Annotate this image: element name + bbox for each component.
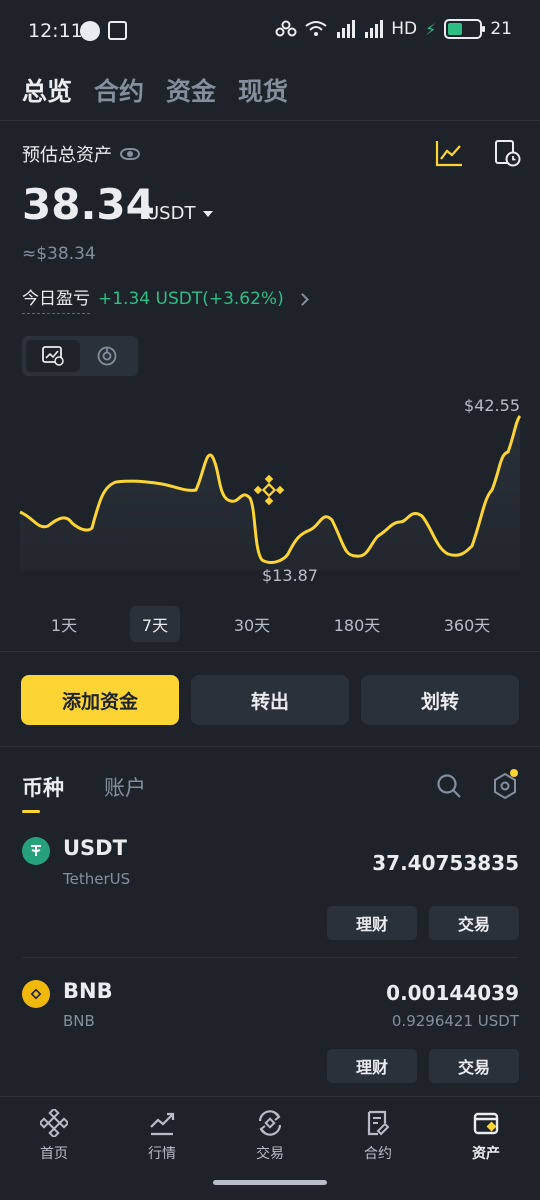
- bnb-logo-icon: [22, 980, 50, 1008]
- chevron-right-icon: [295, 292, 309, 306]
- pnl-value: +1.34 USDT(+3.62%): [98, 289, 284, 309]
- chart-low-label: $13.87: [262, 566, 318, 585]
- earn-button[interactable]: 理财: [327, 1049, 417, 1083]
- coin-amount: 37.40753835: [372, 851, 519, 875]
- currency-unit: USDT: [146, 203, 196, 224]
- status-time: 12:11: [28, 20, 83, 42]
- markets-icon: [150, 1112, 175, 1136]
- period-selector: 1天 7天 30天 180天 360天: [0, 606, 540, 642]
- nav-label: 首页: [40, 1146, 68, 1162]
- area-chart-icon: [42, 346, 64, 366]
- nav-label: 行情: [148, 1146, 176, 1162]
- wifi-icon: [305, 21, 327, 36]
- fiat-approx: ≈$38.34: [22, 244, 96, 264]
- usdt-logo-icon: [22, 837, 50, 865]
- hotspot-icon: [275, 20, 297, 37]
- pnl-label: 今日盈亏: [22, 284, 90, 314]
- trade-button[interactable]: 交易: [429, 906, 519, 940]
- charging-icon: ⚡: [425, 19, 437, 39]
- nav-assets[interactable]: 资产: [446, 1109, 526, 1163]
- app-notification-icon: [108, 21, 127, 40]
- status-indicators: HD ⚡ 21: [275, 19, 512, 39]
- tab-funding[interactable]: 资金: [166, 72, 216, 108]
- notification-dot: [510, 769, 518, 777]
- period-180d[interactable]: 180天: [326, 606, 388, 642]
- transfer-button[interactable]: 划转: [361, 675, 519, 725]
- futures-icon: [367, 1110, 390, 1136]
- total-balance: 38.34: [22, 180, 155, 229]
- nav-trade[interactable]: 交易: [230, 1109, 310, 1163]
- eye-icon[interactable]: [120, 148, 140, 160]
- line-chart-icon[interactable]: [434, 138, 464, 168]
- tab-overview[interactable]: 总览: [22, 72, 72, 108]
- history-icon[interactable]: [492, 138, 522, 168]
- active-tab-underline: [22, 810, 40, 813]
- period-1d[interactable]: 1天: [40, 606, 88, 642]
- tab-futures[interactable]: 合约: [94, 72, 144, 108]
- estimated-assets-text: 预估总资产: [22, 145, 112, 166]
- chart-type-toggle: [22, 336, 138, 376]
- binance-home-icon: [40, 1109, 68, 1137]
- actions-divider: [0, 746, 540, 747]
- period-7d[interactable]: 7天: [130, 606, 180, 642]
- wallet-icon: [473, 1112, 499, 1135]
- battery-level: 21: [490, 19, 512, 39]
- balance-area-fill: [20, 416, 520, 570]
- trade-button[interactable]: 交易: [429, 1049, 519, 1083]
- estimated-assets-label: 预估总资产: [22, 141, 140, 167]
- earn-button[interactable]: 理财: [327, 906, 417, 940]
- nav-markets[interactable]: 行情: [122, 1109, 202, 1163]
- header-divider: [0, 120, 540, 121]
- coin-fullname: TetherUS: [63, 870, 131, 888]
- chart-divider: [0, 651, 540, 652]
- coin-fullname: BNB: [63, 1012, 95, 1030]
- hd-label: HD: [391, 19, 418, 39]
- balance-chart-button[interactable]: [26, 340, 80, 372]
- distribution-chart-button[interactable]: [80, 340, 134, 372]
- section-tabs: 币种 账户: [22, 772, 146, 802]
- coin-symbol: BNB: [63, 979, 113, 1003]
- tab-coins[interactable]: 币种: [22, 772, 64, 802]
- home-indicator[interactable]: [213, 1180, 327, 1185]
- search-icon[interactable]: [436, 773, 462, 799]
- balance-chart: [19, 414, 522, 570]
- currency-selector[interactable]: USDT: [146, 203, 214, 224]
- battery-icon: [444, 19, 486, 39]
- signal-5g-icon: [337, 20, 356, 38]
- nav-label: 合约: [364, 1146, 392, 1162]
- nav-label: 交易: [256, 1146, 284, 1162]
- nav-futures[interactable]: 合约: [338, 1109, 418, 1163]
- nav-label: 资产: [472, 1146, 500, 1162]
- tab-accounts[interactable]: 账户: [104, 772, 146, 802]
- nav-home[interactable]: 首页: [14, 1109, 94, 1163]
- coin-symbol: USDT: [63, 836, 127, 860]
- coin-amount: 0.00144039: [386, 981, 519, 1005]
- top-tabs: 总览 合约 资金 现货: [22, 72, 288, 108]
- caret-down-icon: [203, 210, 214, 217]
- add-funds-button[interactable]: 添加资金: [21, 675, 179, 725]
- coin-divider: [22, 957, 518, 958]
- chart-peak-label: $42.55: [464, 396, 520, 415]
- status-bar: 12:11 HD ⚡ 21: [0, 0, 540, 64]
- coin-fiat-value: 0.9296421 USDT: [391, 1012, 519, 1030]
- trade-icon: [258, 1110, 282, 1136]
- today-pnl-row[interactable]: 今日盈亏 +1.34 USDT(+3.62%): [22, 284, 309, 314]
- withdraw-button[interactable]: 转出: [191, 675, 349, 725]
- tab-spot[interactable]: 现货: [238, 72, 288, 108]
- period-360d[interactable]: 360天: [436, 606, 498, 642]
- pie-chart-icon: [97, 346, 117, 366]
- notification-icon: [80, 21, 100, 41]
- period-30d[interactable]: 30天: [224, 606, 280, 642]
- bnb-marker-icon: [253, 474, 285, 506]
- signal-4g-icon: [365, 20, 384, 38]
